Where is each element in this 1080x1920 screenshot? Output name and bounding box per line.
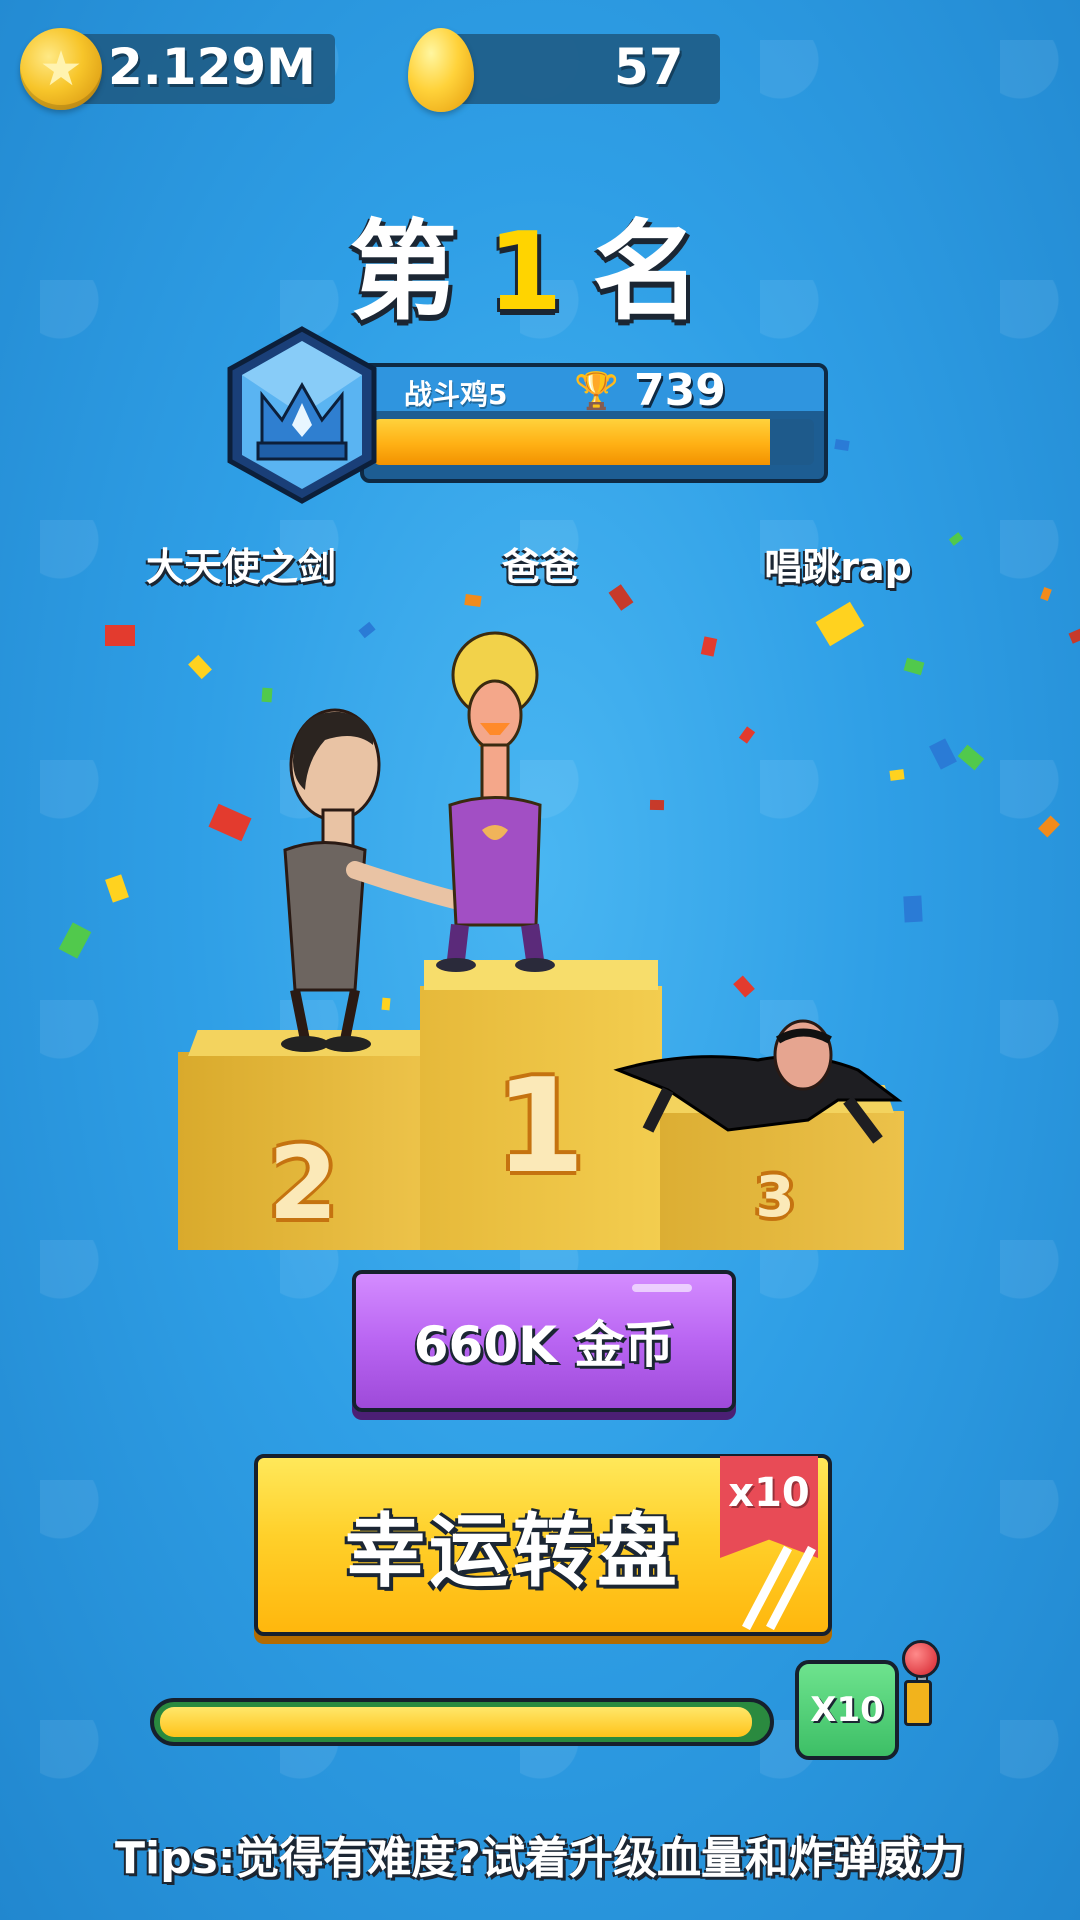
rank-crown-shield-icon xyxy=(227,326,377,504)
ribbon-stripes-decoration xyxy=(742,1545,816,1630)
third-place-name: 唱跳rap xyxy=(764,545,912,589)
multiplier-progress-bar xyxy=(150,1698,774,1746)
collect-coins-button[interactable]: 660K 金币 xyxy=(352,1270,736,1412)
xp-progress-bar xyxy=(374,419,814,465)
podium-number-2: 2 xyxy=(268,1125,338,1242)
x10-slot-button[interactable]: X10 xyxy=(795,1660,899,1760)
rank-title: 第1名 xyxy=(0,185,1080,341)
gold-coin-icon: ★ xyxy=(20,28,102,110)
confetti-piece xyxy=(649,799,665,811)
rank-prefix: 第 xyxy=(349,210,488,335)
collect-coins-label: 660K 金币 xyxy=(413,1316,675,1374)
second-place-name: 大天使之剑 xyxy=(145,545,336,589)
rank-number: 1 xyxy=(487,210,593,335)
level-name: 战斗鸡5 xyxy=(404,378,508,411)
trophy-icon: 🏆 xyxy=(574,371,619,412)
podium-number-1: 1 xyxy=(494,1050,586,1202)
confetti-piece xyxy=(105,625,135,646)
lever-knob-icon[interactable] xyxy=(902,1640,940,1678)
first-place-name: 爸爸 xyxy=(501,545,578,589)
first-place-character xyxy=(436,631,555,972)
third-place-character xyxy=(613,1019,903,1144)
confetti-piece xyxy=(889,769,905,781)
xp-progress-fill xyxy=(374,419,770,465)
podium-second: 2 xyxy=(178,1030,428,1250)
rank-suffix: 名 xyxy=(592,210,731,335)
podium-number-3: 3 xyxy=(755,1165,795,1230)
lever-handle[interactable] xyxy=(904,1680,932,1726)
tips-text: Tips:觉得有难度?试着升级血量和炸弹威力 xyxy=(115,1833,965,1884)
level-panel: 战斗鸡5 🏆 739 xyxy=(360,363,828,483)
confetti-piece xyxy=(903,895,923,923)
egg-count: 57 xyxy=(614,38,684,96)
coin-count: 2.129M xyxy=(108,38,316,96)
multiplier-progress-fill xyxy=(160,1707,752,1737)
button-shine xyxy=(632,1284,692,1292)
lucky-wheel-label: 幸运转盘 xyxy=(345,1505,681,1598)
confetti-piece xyxy=(834,438,850,452)
confetti-piece xyxy=(464,593,482,608)
x10-label: X10 xyxy=(810,1690,884,1730)
multiplier-ribbon-label: x10 xyxy=(728,1470,810,1516)
game-result-screen: ★ 2.129M 57 第1名 战斗鸡5 🏆 739 大天使之剑 爸爸 唱跳ra… xyxy=(0,0,1080,1920)
trophy-count: 739 xyxy=(634,365,726,416)
